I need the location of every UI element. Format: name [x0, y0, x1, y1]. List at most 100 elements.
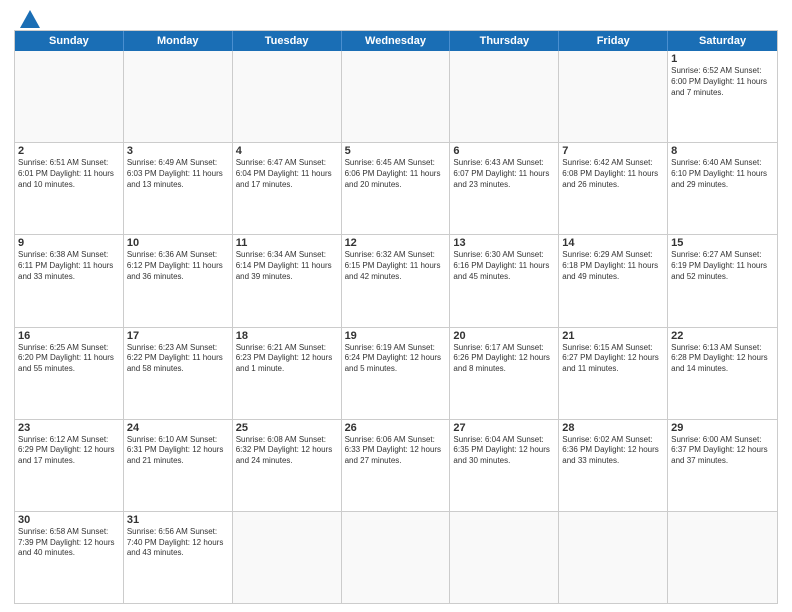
calendar-row-3: 16Sunrise: 6:25 AM Sunset: 6:20 PM Dayli…: [15, 327, 777, 419]
day-cell-29: 29Sunrise: 6:00 AM Sunset: 6:37 PM Dayli…: [668, 420, 777, 511]
day-cell-empty: [233, 51, 342, 142]
header-day-monday: Monday: [124, 31, 233, 51]
day-cell-23: 23Sunrise: 6:12 AM Sunset: 6:29 PM Dayli…: [15, 420, 124, 511]
day-info: Sunrise: 6:42 AM Sunset: 6:08 PM Dayligh…: [562, 158, 664, 190]
day-number: 20: [453, 330, 555, 342]
day-cell-25: 25Sunrise: 6:08 AM Sunset: 6:32 PM Dayli…: [233, 420, 342, 511]
day-info: Sunrise: 6:52 AM Sunset: 6:00 PM Dayligh…: [671, 66, 774, 98]
day-info: Sunrise: 6:29 AM Sunset: 6:18 PM Dayligh…: [562, 250, 664, 282]
logo: [14, 10, 40, 28]
day-cell-9: 9Sunrise: 6:38 AM Sunset: 6:11 PM Daylig…: [15, 235, 124, 326]
calendar-row-1: 2Sunrise: 6:51 AM Sunset: 6:01 PM Daylig…: [15, 142, 777, 234]
day-number: 18: [236, 330, 338, 342]
day-cell-28: 28Sunrise: 6:02 AM Sunset: 6:36 PM Dayli…: [559, 420, 668, 511]
day-number: 7: [562, 145, 664, 157]
day-info: Sunrise: 6:21 AM Sunset: 6:23 PM Dayligh…: [236, 343, 338, 375]
day-cell-empty: [15, 51, 124, 142]
day-number: 29: [671, 422, 774, 434]
page: SundayMondayTuesdayWednesdayThursdayFrid…: [0, 0, 792, 612]
logo-area: [14, 10, 40, 24]
day-number: 8: [671, 145, 774, 157]
day-cell-31: 31Sunrise: 6:56 AM Sunset: 7:40 PM Dayli…: [124, 512, 233, 603]
day-number: 11: [236, 237, 338, 249]
day-cell-empty: [124, 51, 233, 142]
day-info: Sunrise: 6:10 AM Sunset: 6:31 PM Dayligh…: [127, 435, 229, 467]
day-info: Sunrise: 6:15 AM Sunset: 6:27 PM Dayligh…: [562, 343, 664, 375]
day-info: Sunrise: 6:13 AM Sunset: 6:28 PM Dayligh…: [671, 343, 774, 375]
day-cell-3: 3Sunrise: 6:49 AM Sunset: 6:03 PM Daylig…: [124, 143, 233, 234]
day-info: Sunrise: 6:12 AM Sunset: 6:29 PM Dayligh…: [18, 435, 120, 467]
day-number: 19: [345, 330, 447, 342]
day-cell-7: 7Sunrise: 6:42 AM Sunset: 6:08 PM Daylig…: [559, 143, 668, 234]
day-cell-empty: [450, 51, 559, 142]
day-number: 13: [453, 237, 555, 249]
day-info: Sunrise: 6:47 AM Sunset: 6:04 PM Dayligh…: [236, 158, 338, 190]
day-cell-27: 27Sunrise: 6:04 AM Sunset: 6:35 PM Dayli…: [450, 420, 559, 511]
day-info: Sunrise: 6:08 AM Sunset: 6:32 PM Dayligh…: [236, 435, 338, 467]
top-section: [14, 10, 778, 24]
day-number: 15: [671, 237, 774, 249]
day-cell-4: 4Sunrise: 6:47 AM Sunset: 6:04 PM Daylig…: [233, 143, 342, 234]
header-day-sunday: Sunday: [15, 31, 124, 51]
day-info: Sunrise: 6:56 AM Sunset: 7:40 PM Dayligh…: [127, 527, 229, 559]
day-cell-17: 17Sunrise: 6:23 AM Sunset: 6:22 PM Dayli…: [124, 328, 233, 419]
header-day-friday: Friday: [559, 31, 668, 51]
day-cell-8: 8Sunrise: 6:40 AM Sunset: 6:10 PM Daylig…: [668, 143, 777, 234]
day-cell-empty: [450, 512, 559, 603]
day-cell-1: 1Sunrise: 6:52 AM Sunset: 6:00 PM Daylig…: [668, 51, 777, 142]
day-number: 1: [671, 53, 774, 65]
day-cell-empty: [559, 512, 668, 603]
day-number: 10: [127, 237, 229, 249]
day-info: Sunrise: 6:43 AM Sunset: 6:07 PM Dayligh…: [453, 158, 555, 190]
day-number: 21: [562, 330, 664, 342]
logo-triangle-icon: [20, 10, 40, 28]
calendar-row-5: 30Sunrise: 6:58 AM Sunset: 7:39 PM Dayli…: [15, 511, 777, 603]
day-cell-empty: [342, 51, 451, 142]
day-cell-10: 10Sunrise: 6:36 AM Sunset: 6:12 PM Dayli…: [124, 235, 233, 326]
day-number: 22: [671, 330, 774, 342]
day-info: Sunrise: 6:49 AM Sunset: 6:03 PM Dayligh…: [127, 158, 229, 190]
day-cell-6: 6Sunrise: 6:43 AM Sunset: 6:07 PM Daylig…: [450, 143, 559, 234]
day-number: 14: [562, 237, 664, 249]
day-info: Sunrise: 6:36 AM Sunset: 6:12 PM Dayligh…: [127, 250, 229, 282]
day-number: 5: [345, 145, 447, 157]
calendar-body: 1Sunrise: 6:52 AM Sunset: 6:00 PM Daylig…: [15, 51, 777, 603]
day-number: 16: [18, 330, 120, 342]
day-cell-24: 24Sunrise: 6:10 AM Sunset: 6:31 PM Dayli…: [124, 420, 233, 511]
day-number: 27: [453, 422, 555, 434]
day-number: 6: [453, 145, 555, 157]
day-cell-16: 16Sunrise: 6:25 AM Sunset: 6:20 PM Dayli…: [15, 328, 124, 419]
day-cell-15: 15Sunrise: 6:27 AM Sunset: 6:19 PM Dayli…: [668, 235, 777, 326]
day-number: 9: [18, 237, 120, 249]
day-info: Sunrise: 6:38 AM Sunset: 6:11 PM Dayligh…: [18, 250, 120, 282]
day-number: 23: [18, 422, 120, 434]
day-number: 2: [18, 145, 120, 157]
day-cell-empty: [559, 51, 668, 142]
day-cell-19: 19Sunrise: 6:19 AM Sunset: 6:24 PM Dayli…: [342, 328, 451, 419]
header-day-thursday: Thursday: [450, 31, 559, 51]
day-info: Sunrise: 6:30 AM Sunset: 6:16 PM Dayligh…: [453, 250, 555, 282]
day-number: 30: [18, 514, 120, 526]
day-cell-empty: [668, 512, 777, 603]
day-cell-18: 18Sunrise: 6:21 AM Sunset: 6:23 PM Dayli…: [233, 328, 342, 419]
calendar-row-2: 9Sunrise: 6:38 AM Sunset: 6:11 PM Daylig…: [15, 234, 777, 326]
day-cell-5: 5Sunrise: 6:45 AM Sunset: 6:06 PM Daylig…: [342, 143, 451, 234]
day-number: 25: [236, 422, 338, 434]
day-info: Sunrise: 6:19 AM Sunset: 6:24 PM Dayligh…: [345, 343, 447, 375]
day-number: 3: [127, 145, 229, 157]
day-cell-20: 20Sunrise: 6:17 AM Sunset: 6:26 PM Dayli…: [450, 328, 559, 419]
day-info: Sunrise: 6:04 AM Sunset: 6:35 PM Dayligh…: [453, 435, 555, 467]
calendar: SundayMondayTuesdayWednesdayThursdayFrid…: [14, 30, 778, 604]
day-cell-11: 11Sunrise: 6:34 AM Sunset: 6:14 PM Dayli…: [233, 235, 342, 326]
day-info: Sunrise: 6:58 AM Sunset: 7:39 PM Dayligh…: [18, 527, 120, 559]
header-day-wednesday: Wednesday: [342, 31, 451, 51]
day-info: Sunrise: 6:06 AM Sunset: 6:33 PM Dayligh…: [345, 435, 447, 467]
calendar-row-0: 1Sunrise: 6:52 AM Sunset: 6:00 PM Daylig…: [15, 51, 777, 142]
day-cell-2: 2Sunrise: 6:51 AM Sunset: 6:01 PM Daylig…: [15, 143, 124, 234]
day-number: 12: [345, 237, 447, 249]
day-number: 28: [562, 422, 664, 434]
day-number: 31: [127, 514, 229, 526]
day-info: Sunrise: 6:25 AM Sunset: 6:20 PM Dayligh…: [18, 343, 120, 375]
day-info: Sunrise: 6:45 AM Sunset: 6:06 PM Dayligh…: [345, 158, 447, 190]
calendar-header: SundayMondayTuesdayWednesdayThursdayFrid…: [15, 31, 777, 51]
